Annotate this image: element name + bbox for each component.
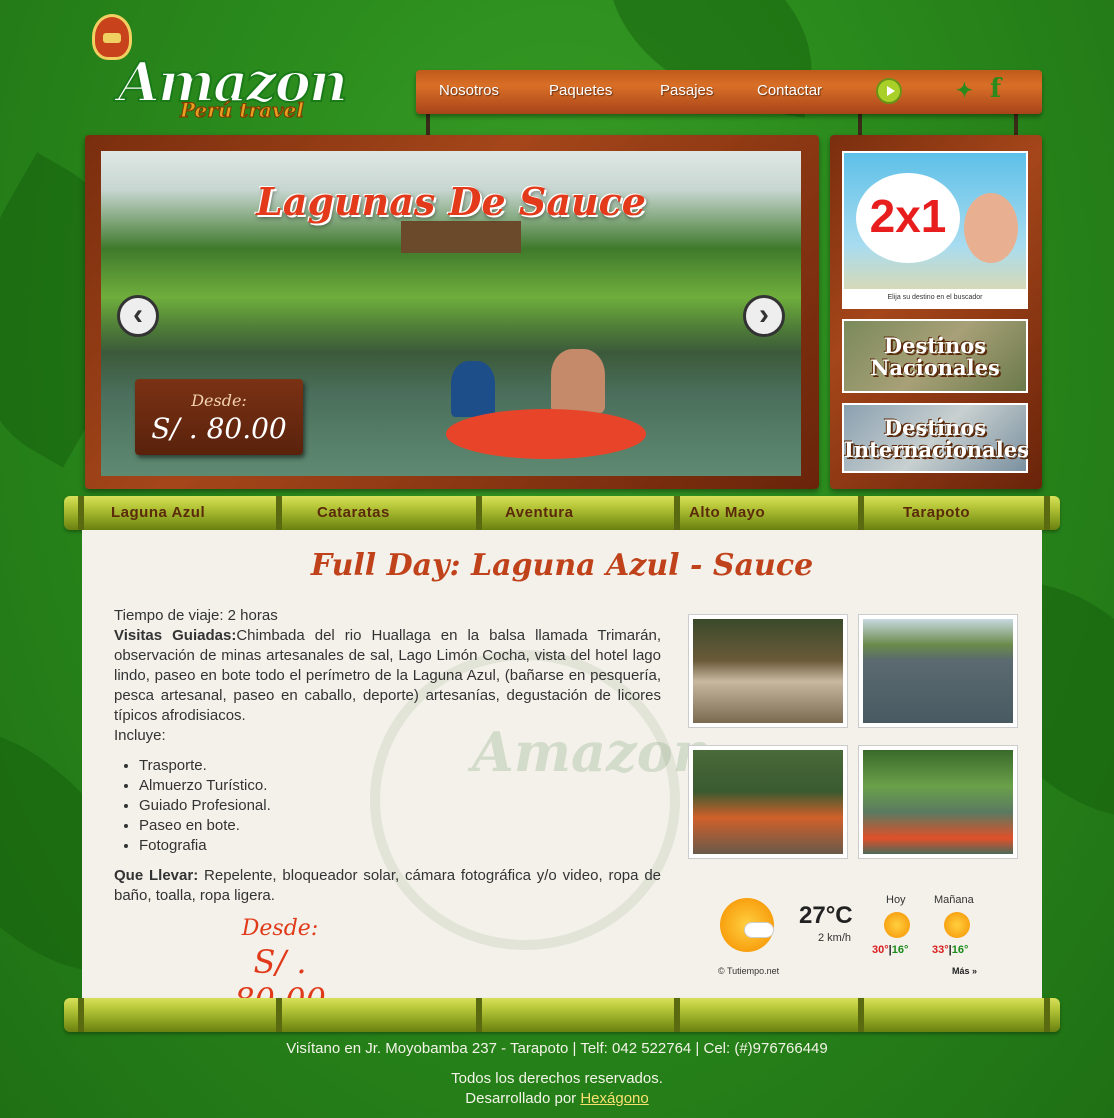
slider-photo: Lagunas De Sauce ‹ › Desde: S/ . 80.00: [101, 151, 801, 476]
sun-icon: [884, 912, 910, 938]
gallery-thumbnail[interactable]: [688, 614, 848, 728]
today-high: 30°: [872, 944, 889, 956]
list-item: Trasporte.: [139, 756, 661, 776]
top-nav: Nosotros Paquetes Pasajes Contactar ✦ f: [416, 70, 1042, 114]
list-item: Paseo en bote.: [139, 816, 661, 836]
bamboo-node: [78, 496, 84, 530]
forecast-today-label: Hoy: [886, 894, 906, 906]
weather-more-link[interactable]: Más »: [952, 966, 977, 976]
bamboo-node: [276, 998, 282, 1032]
destinos-nacionales-banner[interactable]: Destinos Nacionales: [842, 319, 1028, 393]
developed-prefix: Desarrollado por: [465, 1090, 581, 1107]
promo-2x1-banner[interactable]: 2x1 Elija su destino en el buscador: [842, 151, 1028, 309]
category-aventura[interactable]: Aventura: [505, 504, 573, 521]
llevar-label: Que Llevar:: [114, 867, 199, 884]
category-laguna-azul[interactable]: Laguna Azul: [111, 504, 205, 521]
bamboo-node: [858, 496, 864, 530]
gallery-image: [693, 750, 843, 854]
nav-contactar[interactable]: Contactar: [757, 82, 822, 99]
bamboo-node: [1044, 496, 1050, 530]
bamboo-node: [78, 998, 84, 1032]
slider-price-value: S/ . 80.00: [151, 412, 287, 445]
slider-frame: Lagunas De Sauce ‹ › Desde: S/ . 80.00: [85, 135, 819, 489]
travel-time: Tiempo de viaje: 2 horas: [114, 607, 278, 624]
gallery-image: [863, 619, 1013, 723]
gallery-thumbnail[interactable]: [688, 745, 848, 859]
list-item: Almuerzo Turístico.: [139, 776, 661, 796]
bamboo-node: [476, 998, 482, 1032]
destinos-internacionales-banner[interactable]: Destinos Internacionales: [842, 403, 1029, 473]
gallery-image: [863, 750, 1013, 854]
side-banners: 2x1 Elija su destino en el buscador Dest…: [830, 135, 1042, 489]
kayak-image: [446, 409, 646, 459]
weather-credit[interactable]: © Tutiempo.net: [718, 966, 779, 976]
today-low: 16°: [891, 944, 909, 956]
bamboo-divider: [64, 998, 1060, 1032]
bamboo-node: [674, 496, 680, 530]
facebook-icon[interactable]: f: [990, 74, 1001, 104]
category-cataratas[interactable]: Cataratas: [317, 504, 390, 521]
play-icon[interactable]: [876, 78, 902, 104]
gallery-image: [693, 619, 843, 723]
visitas-label: Visitas Guiadas:: [114, 627, 237, 644]
nav-nosotros[interactable]: Nosotros: [439, 82, 499, 99]
tomorrow-low: 16°: [951, 944, 969, 956]
cloud-icon: [744, 922, 774, 938]
forecast-today-temps: 30°|16°: [872, 944, 908, 956]
visitas-paragraph: Visitas Guiadas:Chimbada del rio Huallag…: [114, 626, 661, 726]
slider-prev-button[interactable]: ‹: [117, 295, 159, 337]
bamboo-node: [858, 998, 864, 1032]
kayaker-image: [551, 349, 605, 413]
page-title: Full Day: Laguna Azul - Sauce: [310, 548, 814, 583]
bamboo-node: [674, 998, 680, 1032]
logo-subtitle: Perú travel: [180, 98, 305, 123]
bamboo-node: [276, 496, 282, 530]
incluye-label: Incluye:: [114, 727, 166, 744]
sun-icon: [944, 912, 970, 938]
tour-description: Tiempo de viaje: 2 horas Visitas Guiadas…: [114, 606, 661, 906]
gallery-thumbnail[interactable]: [858, 614, 1018, 728]
list-item: Fotografia: [139, 836, 661, 856]
slider-next-button[interactable]: ›: [743, 295, 785, 337]
lodge-image: [401, 221, 521, 253]
developer-link[interactable]: Hexágono: [580, 1090, 648, 1107]
footer-rights: Todos los derechos reservados.: [451, 1070, 663, 1087]
category-nav: Laguna Azul Cataratas Aventura Alto Mayo…: [64, 496, 1060, 530]
kayaker-image: [451, 361, 495, 417]
forecast-tomorrow-label: Mañana: [934, 894, 974, 906]
nav-paquetes[interactable]: Paquetes: [549, 82, 612, 99]
gallery-thumbnail[interactable]: [858, 745, 1018, 859]
category-alto-mayo[interactable]: Alto Mayo: [689, 504, 765, 521]
list-item: Guiado Profesional.: [139, 796, 661, 816]
promo-2x1-text: 2x1: [856, 173, 960, 263]
promo-person-image: [964, 193, 1018, 263]
footer-address: Visítano en Jr. Moyobamba 237 - Tarapoto…: [286, 1040, 828, 1057]
tomorrow-high: 33°: [932, 944, 949, 956]
twitter-icon[interactable]: ✦: [956, 78, 973, 103]
wind-speed: 2 km/h: [818, 932, 852, 944]
forecast-tomorrow-temps: 33°|16°: [932, 944, 968, 956]
llevar-paragraph: Que Llevar: Repelente, bloqueador solar,…: [114, 866, 661, 906]
bamboo-node: [476, 496, 482, 530]
incluye-list: Trasporte. Almuerzo Turístico. Guiado Pr…: [139, 756, 661, 856]
category-tarapoto[interactable]: Tarapoto: [903, 504, 970, 521]
nav-pasajes[interactable]: Pasajes: [660, 82, 713, 99]
bamboo-node: [1044, 998, 1050, 1032]
content-panel: Amazon Full Day: Laguna Azul - Sauce Tie…: [82, 530, 1042, 1019]
footer-developed: Desarrollado por Hexágono: [0, 1090, 1114, 1107]
promo-caption: Elija su destino en el buscador: [844, 289, 1026, 307]
content-price-label: Desde:: [241, 916, 319, 941]
slider-price-label: Desde:: [191, 391, 247, 410]
slider-price-sign: Desde: S/ . 80.00: [135, 379, 303, 455]
weather-widget: 27°C 2 km/h Hoy 30°|16° Mañana 33°|16° ©…: [714, 892, 994, 982]
slider-title: Lagunas De Sauce: [256, 179, 646, 224]
site-logo[interactable]: Amazon Perú travel: [90, 10, 349, 125]
current-temperature: 27°C: [799, 902, 853, 929]
